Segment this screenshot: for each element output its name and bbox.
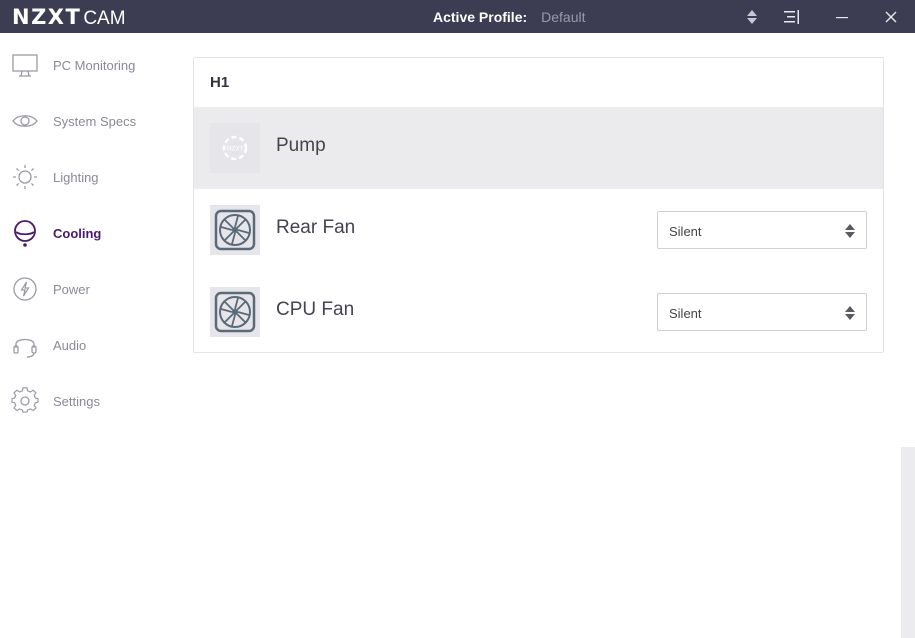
sidebar-item-label: PC Monitoring <box>53 57 136 73</box>
profile-switch-button[interactable] <box>732 0 772 33</box>
eye-icon <box>12 115 38 127</box>
fan-mode-value: Silent <box>669 224 702 239</box>
fan-icon <box>210 205 260 255</box>
device-row-label: CPU Fan <box>276 299 355 320</box>
device-row-pump[interactable]: NZXT Pump <box>194 107 883 189</box>
logo-secondary: CAM <box>83 8 126 29</box>
fan-mode-select[interactable]: Silent <box>657 293 867 331</box>
active-profile-value[interactable]: Default <box>541 9 585 25</box>
title-bar: NZXT CAM Active Profile: Default <box>0 0 915 33</box>
sidebar-item-pc-monitoring[interactable]: PC Monitoring <box>0 45 180 85</box>
sidebar-item-lighting[interactable]: Lighting <box>0 157 180 197</box>
sidebar-item-label: Audio <box>53 337 87 353</box>
headphones-icon <box>13 338 37 358</box>
fan-mode-select[interactable]: Silent <box>657 211 867 249</box>
pump-icon: NZXT <box>210 123 260 173</box>
minimize-button[interactable] <box>822 0 862 33</box>
device-row-label: Rear Fan <box>276 217 356 238</box>
device-card: H1 NZXT Pump Rear Fan Silent CPU Fan Sil… <box>193 57 884 353</box>
svg-text:NZXT: NZXT <box>227 146 244 153</box>
monitor-icon <box>12 54 38 77</box>
nzxt-cam-logo: NZXT CAM <box>12 4 126 30</box>
sort-arrows-icon <box>845 224 855 238</box>
device-title: H1 <box>210 74 230 91</box>
device-row-label: Pump <box>276 135 326 156</box>
fan-icon <box>210 287 260 337</box>
cooling-icon <box>14 220 36 247</box>
sort-arrows-icon <box>747 9 757 24</box>
sidebar-item-power[interactable]: Power <box>0 269 180 309</box>
sun-icon <box>13 165 37 189</box>
sidebar-item-label: System Specs <box>53 113 137 129</box>
sidebar-item-label: Lighting <box>53 169 99 185</box>
sidebar-item-audio[interactable]: Audio <box>0 325 180 365</box>
minimize-icon <box>836 16 848 18</box>
sidebar-item-label: Power <box>53 281 90 297</box>
sidebar-item-cooling[interactable]: Cooling <box>0 213 180 253</box>
sidebar-item-label: Cooling <box>53 225 102 241</box>
sidebar: PC Monitoring System Specs Lighting Cool… <box>0 33 180 638</box>
close-button[interactable] <box>871 0 911 33</box>
menu-icon <box>784 9 799 24</box>
gear-icon <box>11 387 39 413</box>
sidebar-item-settings[interactable]: Settings <box>0 381 180 421</box>
menu-button[interactable] <box>772 0 812 33</box>
scrollbar[interactable] <box>901 447 915 638</box>
sidebar-item-system-specs[interactable]: System Specs <box>0 101 180 141</box>
active-profile[interactable]: Active Profile: Default <box>433 0 586 33</box>
active-profile-label: Active Profile: <box>433 8 528 25</box>
sidebar-item-label: Settings <box>53 393 100 409</box>
logo-primary: NZXT <box>12 5 82 29</box>
lightning-icon <box>13 277 37 301</box>
sort-arrows-icon <box>845 306 855 320</box>
device-row-rear-fan[interactable]: Rear Fan Silent <box>194 189 883 271</box>
device-row-cpu-fan[interactable]: CPU Fan Silent <box>194 271 883 353</box>
close-icon <box>885 11 897 22</box>
fan-mode-value: Silent <box>669 306 702 321</box>
